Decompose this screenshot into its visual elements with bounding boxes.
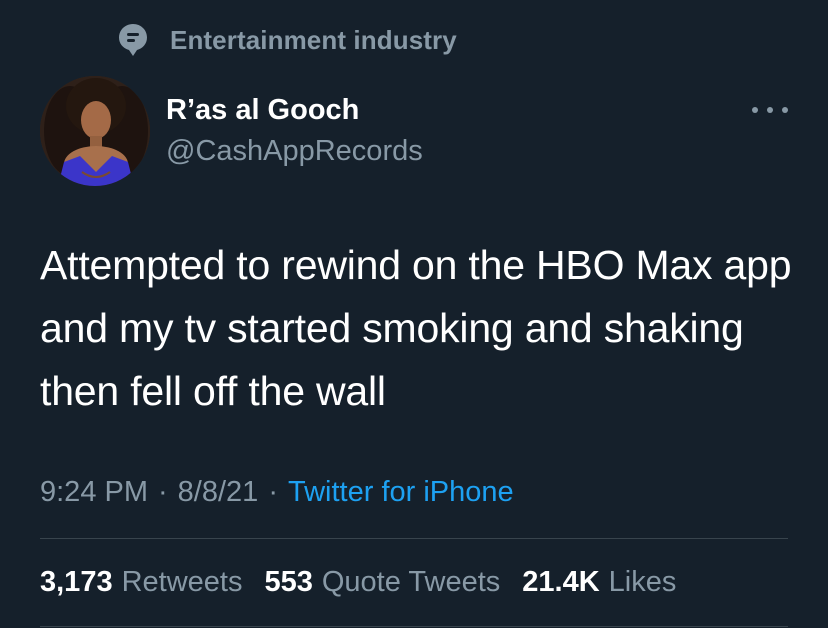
likes-stat[interactable]: 21.4K Likes <box>522 566 676 599</box>
tweet-date[interactable]: 8/8/21 <box>178 476 259 509</box>
more-horizontal-icon <box>767 107 773 113</box>
meta-separator: · <box>268 475 278 508</box>
divider <box>40 538 788 539</box>
tweet-text: Attempted to rewind on the HBO Max app a… <box>40 242 792 414</box>
tweet-meta: 9:24 PM · 8/8/21 · Twitter for iPhone <box>40 470 514 514</box>
user-handle[interactable]: @CashAppRecords <box>166 131 423 171</box>
retweets-label: Retweets <box>121 565 243 598</box>
topic-bubble-icon <box>118 23 148 57</box>
tweet-time[interactable]: 9:24 PM <box>40 476 148 509</box>
likes-count: 21.4K <box>522 565 600 598</box>
retweets-stat[interactable]: 3,173 Retweets <box>40 566 242 599</box>
divider <box>40 626 788 627</box>
likes-label: Likes <box>608 565 677 598</box>
more-options-button[interactable] <box>752 98 788 122</box>
avatar[interactable] <box>40 76 150 186</box>
quote-tweets-label: Quote Tweets <box>321 565 501 598</box>
retweets-count: 3,173 <box>40 565 113 598</box>
tweet-detail: Entertainment industry R’as al Gooch @Ca… <box>0 0 828 628</box>
quote-tweets-count: 553 <box>264 565 313 598</box>
more-horizontal-icon <box>782 107 788 113</box>
more-horizontal-icon <box>752 107 758 113</box>
tweet-source-link[interactable]: Twitter for iPhone <box>288 476 514 509</box>
author-block[interactable]: R’as al Gooch @CashAppRecords <box>166 90 423 171</box>
display-name[interactable]: R’as al Gooch <box>166 90 423 130</box>
quote-tweets-stat[interactable]: 553 Quote Tweets <box>264 566 500 599</box>
topic-label: Entertainment industry <box>170 24 457 55</box>
engagement-stats: 3,173 Retweets 553 Quote Tweets 21.4K Li… <box>40 560 698 604</box>
topic-row[interactable]: Entertainment industry <box>118 22 457 58</box>
meta-separator: · <box>158 475 168 508</box>
